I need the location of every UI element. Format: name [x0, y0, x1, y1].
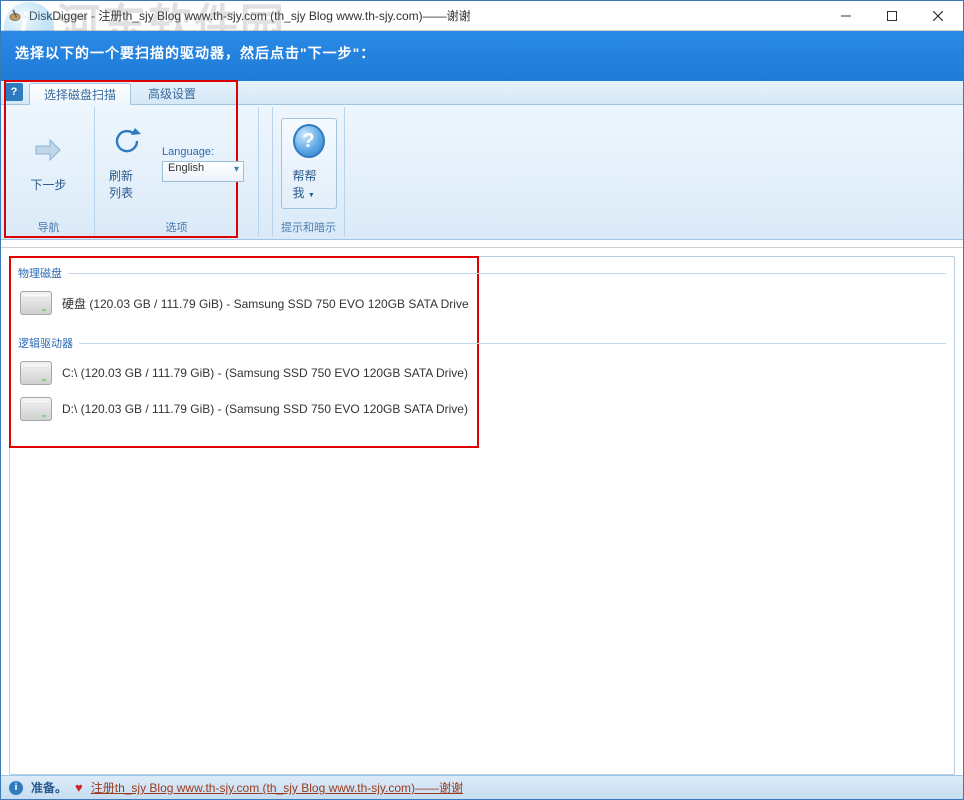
minimize-button[interactable] — [823, 2, 869, 30]
tab-scan[interactable]: 选择磁盘扫描 — [29, 83, 131, 105]
drive-panel: 物理磁盘 硬盘 (120.03 GB / 111.79 GiB) - Samsu… — [9, 256, 955, 775]
refresh-icon — [111, 125, 143, 157]
status-link[interactable]: 注册th_sjy Blog www.th-sjy.com (th_sjy Blo… — [91, 779, 463, 796]
status-info-icon: i — [9, 781, 23, 795]
hard-disk-icon — [20, 397, 52, 421]
hard-disk-icon — [20, 291, 52, 315]
section-logical: 逻辑驱动器 — [18, 335, 946, 351]
ribbon: 下一步 导航 刷新列表 Language: English 选项 — [1, 105, 963, 240]
help-me-button[interactable]: ? 帮帮我 ▼ — [281, 118, 337, 209]
status-ready: 准备。 — [31, 779, 67, 796]
hard-disk-icon — [20, 361, 52, 385]
arrow-right-icon — [32, 134, 64, 166]
instruction-text: 选择以下的一个要扫描的驱动器，然后点击"下一步"： — [15, 45, 375, 61]
heart-icon: ♥ — [75, 780, 83, 795]
language-label: Language: — [162, 146, 214, 158]
drive-item-physical-0[interactable]: 硬盘 (120.03 GB / 111.79 GiB) - Samsung SS… — [18, 285, 946, 321]
window-title: DiskDigger - 注册th_sjy Blog www.th-sjy.co… — [29, 7, 823, 24]
tabs-row: ? 选择磁盘扫描 高级设置 — [1, 81, 963, 105]
drive-item-logical-1[interactable]: D:\ (120.03 GB / 111.79 GiB) - (Samsung … — [18, 391, 946, 427]
language-select[interactable]: English — [162, 161, 244, 182]
content-area: 物理磁盘 硬盘 (120.03 GB / 111.79 GiB) - Samsu… — [1, 248, 963, 775]
maximize-button[interactable] — [869, 2, 915, 30]
group-label-nav: 导航 — [7, 218, 90, 235]
separator-band — [1, 240, 963, 248]
help-mini-icon[interactable]: ? — [5, 83, 23, 101]
next-button[interactable]: 下一步 — [18, 118, 78, 209]
statusbar: i 准备。 ♥ 注册th_sjy Blog www.th-sjy.com (th… — [1, 775, 963, 799]
help-icon: ? — [293, 125, 325, 157]
close-button[interactable] — [915, 2, 961, 30]
instruction-bar: 选择以下的一个要扫描的驱动器，然后点击"下一步"： — [1, 31, 963, 81]
group-label-help: 提示和暗示 — [277, 218, 340, 235]
tab-advanced[interactable]: 高级设置 — [133, 82, 211, 104]
app-icon — [7, 8, 23, 24]
drive-item-logical-0[interactable]: C:\ (120.03 GB / 111.79 GiB) - (Samsung … — [18, 355, 946, 391]
refresh-button[interactable]: 刷新列表 — [103, 118, 150, 209]
section-physical: 物理磁盘 — [18, 265, 946, 281]
group-label-options: 选项 — [99, 218, 254, 235]
titlebar: DiskDigger - 注册th_sjy Blog www.th-sjy.co… — [1, 1, 963, 31]
